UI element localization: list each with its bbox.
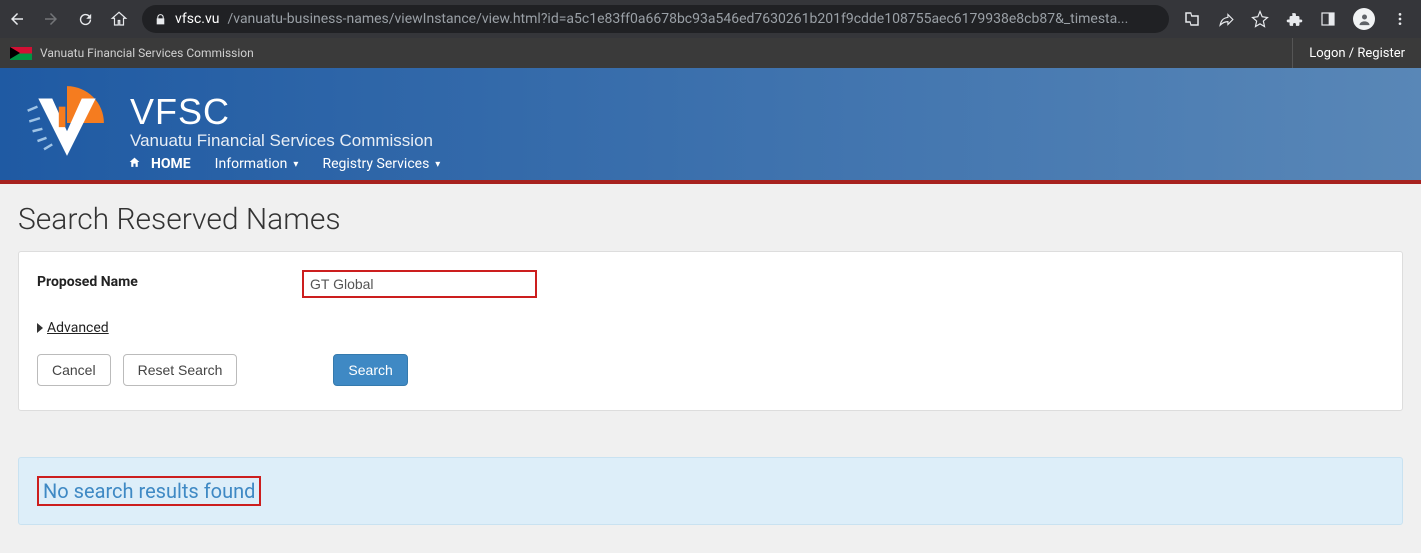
nav-registry-services[interactable]: Registry Services ▾ <box>322 156 440 172</box>
panel-icon[interactable] <box>1319 10 1337 28</box>
gov-brand: Vanuatu Financial Services Commission <box>0 46 254 60</box>
vfsc-logo <box>24 82 110 160</box>
url-path: /vanuatu-business-names/viewInstance/vie… <box>227 11 1128 27</box>
reset-search-button[interactable]: Reset Search <box>123 354 238 386</box>
forward-button[interactable] <box>42 10 60 28</box>
browser-actions <box>1183 8 1413 30</box>
caret-right-icon <box>37 323 43 333</box>
extensions-icon[interactable] <box>1285 10 1303 28</box>
search-button[interactable]: Search <box>333 354 407 386</box>
reload-button[interactable] <box>76 10 94 28</box>
browser-nav-group <box>8 10 128 28</box>
login-register-link[interactable]: Logon / Register <box>1292 38 1421 68</box>
label-proposed-name: Proposed Name <box>37 270 262 290</box>
brand-acronym: VFSC <box>130 91 433 133</box>
no-results-text: No search results found <box>37 476 261 506</box>
advanced-toggle[interactable]: Advanced <box>47 320 109 336</box>
chevron-down-icon: ▾ <box>293 159 298 170</box>
chevron-down-icon: ▾ <box>435 159 440 170</box>
url-host: vfsc.vu <box>175 11 219 27</box>
profile-avatar[interactable] <box>1353 8 1375 30</box>
nav-information[interactable]: Information ▾ <box>215 156 299 172</box>
government-bar: Vanuatu Financial Services Commission Lo… <box>0 38 1421 68</box>
cancel-button[interactable]: Cancel <box>37 354 111 386</box>
vanuatu-flag-icon <box>10 47 32 60</box>
address-bar[interactable]: vfsc.vu/vanuatu-business-names/viewInsta… <box>142 5 1169 33</box>
kebab-menu-icon[interactable] <box>1391 10 1409 28</box>
share-icon[interactable] <box>1217 10 1235 28</box>
search-panel: Proposed Name Advanced Cancel Reset Sear… <box>18 251 1403 411</box>
translate-icon[interactable] <box>1183 10 1201 28</box>
star-icon[interactable] <box>1251 10 1269 28</box>
gov-title: Vanuatu Financial Services Commission <box>40 46 254 60</box>
home-browser-button[interactable] <box>110 10 128 28</box>
main-nav: HOME Information ▾ Registry Services ▾ <box>128 148 440 180</box>
results-alert: No search results found <box>18 457 1403 525</box>
proposed-name-input[interactable] <box>302 270 537 298</box>
lock-icon <box>154 13 167 26</box>
browser-toolbar: vfsc.vu/vanuatu-business-names/viewInsta… <box>0 0 1421 38</box>
site-header: VFSC Vanuatu Financial Services Commissi… <box>0 68 1421 184</box>
page-title: Search Reserved Names <box>18 202 1403 237</box>
home-icon <box>128 156 141 173</box>
back-button[interactable] <box>8 10 26 28</box>
nav-home[interactable]: HOME <box>128 156 191 173</box>
